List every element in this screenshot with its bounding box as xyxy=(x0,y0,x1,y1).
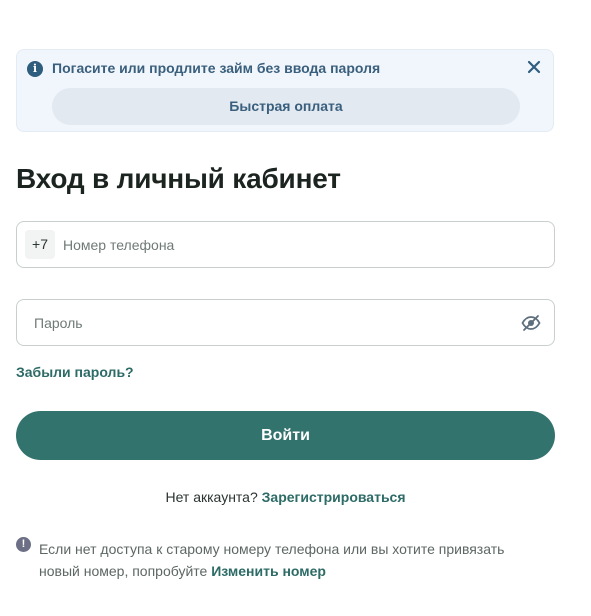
note-text: Если нет доступа к старому номеру телефо… xyxy=(39,538,549,582)
change-number-link[interactable]: Изменить номер xyxy=(211,563,326,579)
phone-prefix: +7 xyxy=(25,230,55,259)
quick-pay-button[interactable]: Быстрая оплата xyxy=(52,88,520,125)
login-button[interactable]: Войти xyxy=(16,411,555,460)
password-input[interactable] xyxy=(34,300,514,345)
page-title: Вход в личный кабинет xyxy=(16,163,341,194)
phone-field[interactable]: +7 xyxy=(16,221,555,268)
register-prompt: Нет аккаунта? xyxy=(165,489,258,505)
password-field[interactable] xyxy=(16,299,555,346)
register-row: Нет аккаунта? Зарегистрироваться xyxy=(0,489,571,505)
eye-off-icon[interactable] xyxy=(520,312,542,334)
exclamation-icon: ! xyxy=(16,537,31,552)
banner-text: Погасите или продлите займ без ввода пар… xyxy=(52,60,381,76)
phone-input[interactable] xyxy=(63,222,543,267)
info-banner: i Погасите или продлите займ без ввода п… xyxy=(16,49,554,132)
info-icon: i xyxy=(27,61,43,77)
close-icon[interactable] xyxy=(525,58,543,76)
register-link[interactable]: Зарегистрироваться xyxy=(262,489,406,505)
forgot-password-link[interactable]: Забыли пароль? xyxy=(16,364,134,380)
